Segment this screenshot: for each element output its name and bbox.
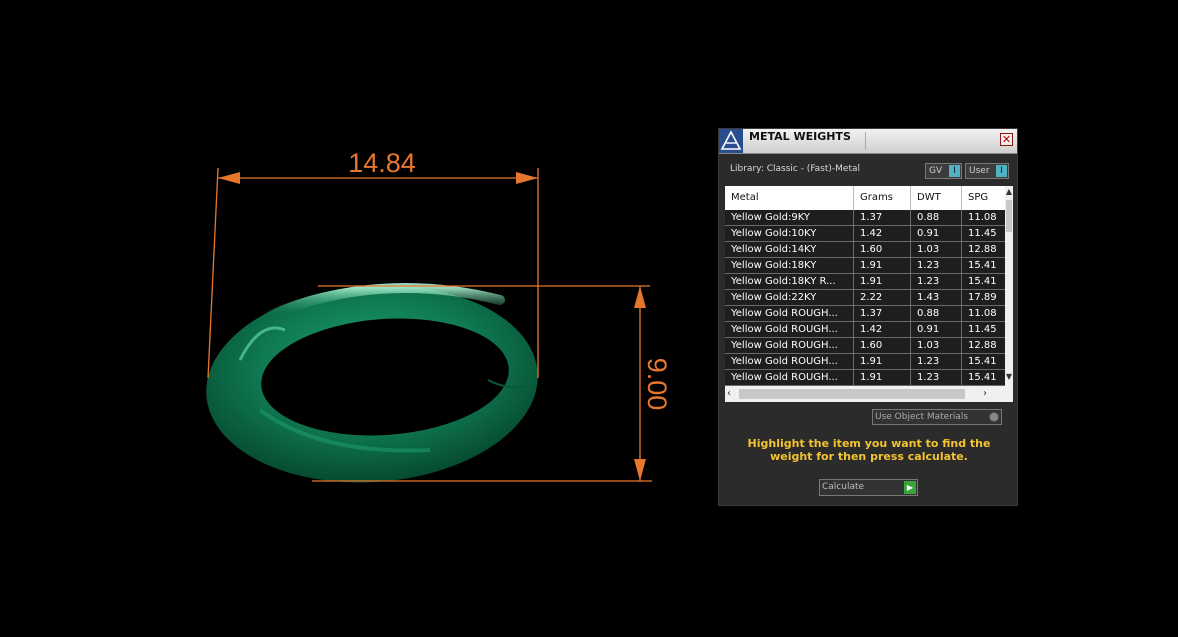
panel-titlebar[interactable]: METAL WEIGHTS ✕ [719,129,1017,154]
metal-cell: Yellow Gold ROUGH... [725,338,854,353]
metal-cell: Yellow Gold:14KY [725,242,854,257]
gv-label: GV [929,166,943,176]
3d-viewport[interactable]: 14.84 9.00 [0,0,700,637]
dwt-cell: 1.43 [911,290,962,305]
user-label: User [969,166,990,176]
table-header: Metal Grams DWT SPG [725,186,1005,210]
column-header-dwt[interactable]: DWT [911,186,962,210]
table-row[interactable]: Yellow Gold:18KY R... 1.91 1.23 15.41 [725,274,1005,290]
dwt-cell: 1.03 [911,242,962,257]
horizontal-scroll-thumb[interactable] [739,389,965,399]
scroll-down-icon[interactable]: ▼ [1005,372,1013,382]
ring-model [206,283,538,483]
gv-toggle-icon: I [949,165,960,177]
radio-icon[interactable] [989,412,999,422]
grams-cell: 1.60 [854,338,911,353]
spg-cell: 11.08 [968,308,997,319]
user-toggle[interactable]: User I [965,163,1009,179]
grams-cell: 1.42 [854,322,911,337]
close-icon: ✕ [1001,133,1012,146]
calculate-button[interactable]: Calculate ▶ [819,479,918,496]
play-icon: ▶ [904,481,916,494]
height-dimension-label: 9.00 [642,358,672,411]
grams-cell: 1.37 [854,306,911,321]
app-logo-icon [719,129,743,153]
metal-cell: Yellow Gold ROUGH... [725,322,854,337]
metal-weights-panel: METAL WEIGHTS ✕ Library: Classic - (Fast… [718,128,1018,506]
table-row[interactable]: Yellow Gold ROUGH... 1.60 1.03 12.88 [725,338,1005,354]
instruction-text: Highlight the item you want to find the … [747,437,991,463]
calculate-label: Calculate [822,482,865,492]
spg-cell: 17.89 [968,292,997,303]
scroll-right-icon[interactable]: › [983,388,993,400]
user-toggle-icon: I [996,165,1007,177]
table-row[interactable]: Yellow Gold ROUGH... 1.91 1.23 15.41 [725,354,1005,370]
column-header-grams[interactable]: Grams [854,186,911,210]
metal-cell: Yellow Gold ROUGH... [725,354,854,369]
width-dimension-label: 14.84 [348,148,416,178]
gv-toggle[interactable]: GV I [925,163,962,179]
metal-table[interactable]: Metal Grams DWT SPG Yellow Gold:9KY 1.37 0… [725,186,1013,402]
table-row[interactable]: Yellow Gold:22KY 2.22 1.43 17.89 [725,290,1005,306]
use-object-materials-label: Use Object Materials [875,412,969,422]
table-body: Yellow Gold:9KY 1.37 0.88 11.08 Yellow Gold:… [725,210,1005,386]
metal-cell: Yellow Gold ROUGH... [725,306,854,321]
spg-cell: 11.08 [968,212,997,223]
table-row[interactable]: Yellow Gold:18KY 1.91 1.23 15.41 [725,258,1005,274]
spg-cell: 12.88 [968,340,997,351]
grams-cell: 1.91 [854,354,911,369]
grams-cell: 1.91 [854,274,911,289]
title-divider [865,132,866,150]
grams-cell: 1.60 [854,242,911,257]
vertical-scrollbar[interactable]: ▲ ▼ [1005,186,1013,386]
close-button[interactable]: ✕ [1000,133,1013,146]
spg-cell: 15.41 [968,356,997,367]
spg-cell: 12.88 [968,244,997,255]
dwt-cell: 1.23 [911,354,962,369]
grams-cell: 2.22 [854,290,911,305]
vertical-scroll-thumb[interactable] [1006,200,1012,232]
metal-cell: Yellow Gold:22KY [725,290,854,305]
spg-cell: 15.41 [968,276,997,287]
metal-cell: Yellow Gold:10KY [725,226,854,241]
use-object-materials-option[interactable]: Use Object Materials [872,409,1002,425]
grams-cell: 1.42 [854,226,911,241]
horizontal-scrollbar[interactable]: ‹ › [725,386,1013,402]
grams-cell: 1.37 [854,210,911,225]
model-view: 14.84 9.00 [206,148,672,483]
table-row[interactable]: Yellow Gold ROUGH... 1.42 0.91 11.45 [725,322,1005,338]
spg-cell: 11.45 [968,324,997,335]
dwt-cell: 0.88 [911,306,962,321]
grams-cell: 1.91 [854,258,911,273]
spg-cell: 15.41 [968,372,997,383]
dwt-cell: 1.23 [911,258,962,273]
table-row[interactable]: Yellow Gold ROUGH... 1.37 0.88 11.08 [725,306,1005,322]
table-row[interactable]: Yellow Gold:10KY 1.42 0.91 11.45 [725,226,1005,242]
grams-cell: 1.91 [854,370,911,385]
table-row[interactable]: Yellow Gold:14KY 1.60 1.03 12.88 [725,242,1005,258]
table-row[interactable]: Yellow Gold:9KY 1.37 0.88 11.08 [725,210,1005,226]
metal-cell: Yellow Gold ROUGH... [725,370,854,385]
dwt-cell: 1.23 [911,274,962,289]
dwt-cell: 0.88 [911,210,962,225]
panel-title: METAL WEIGHTS [749,130,851,143]
dwt-cell: 1.03 [911,338,962,353]
column-header-spg[interactable]: SPG [962,186,1005,210]
spg-cell: 11.45 [968,228,997,239]
dwt-cell: 0.91 [911,226,962,241]
dwt-cell: 1.23 [911,370,962,385]
scroll-up-icon[interactable]: ▲ [1005,187,1013,197]
spg-cell: 15.41 [968,260,997,271]
metal-cell: Yellow Gold:9KY [725,210,854,225]
metal-cell: Yellow Gold:18KY R... [725,274,854,289]
scroll-left-icon[interactable]: ‹ [727,388,737,400]
dwt-cell: 0.91 [911,322,962,337]
column-header-metal[interactable]: Metal [725,186,854,210]
metal-cell: Yellow Gold:18KY [725,258,854,273]
library-label: Library: Classic - (Fast)-Metal [730,164,861,174]
table-row[interactable]: Yellow Gold ROUGH... 1.91 1.23 15.41 [725,370,1005,386]
